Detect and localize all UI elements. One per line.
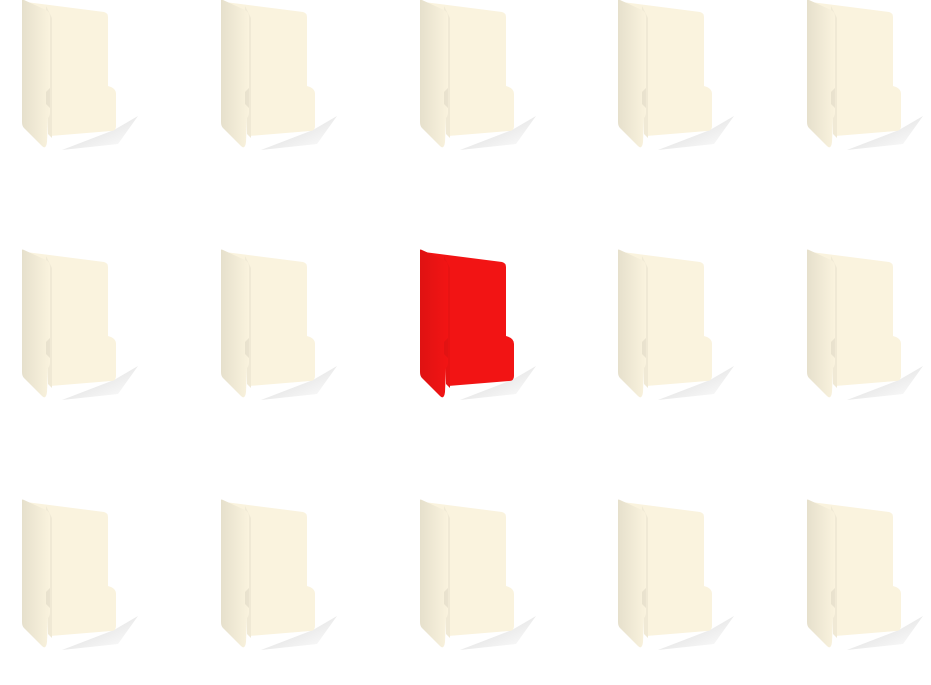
folder-icon bbox=[807, 0, 931, 160]
folder-item[interactable] bbox=[22, 0, 152, 160]
folder-icon bbox=[22, 0, 152, 160]
folder-item[interactable] bbox=[618, 499, 748, 660]
folder-icon bbox=[420, 0, 550, 160]
folder-item[interactable] bbox=[22, 499, 152, 660]
folder-item[interactable] bbox=[22, 249, 152, 410]
folder-icon bbox=[22, 249, 152, 410]
folder-item[interactable] bbox=[420, 0, 550, 160]
folder-icon bbox=[221, 0, 351, 160]
folder-icon bbox=[221, 249, 351, 410]
folder-icon bbox=[807, 499, 931, 660]
folder-item[interactable] bbox=[618, 0, 748, 160]
folder-icon bbox=[807, 249, 931, 410]
folder-icon bbox=[618, 499, 748, 660]
folder-item[interactable] bbox=[221, 0, 351, 160]
folder-icon bbox=[420, 249, 550, 410]
folder-grid bbox=[0, 0, 931, 685]
folder-item[interactable] bbox=[221, 249, 351, 410]
highlighted-folder-item[interactable] bbox=[420, 249, 550, 410]
folder-icon bbox=[618, 0, 748, 160]
folder-item[interactable] bbox=[807, 499, 931, 660]
folder-icon bbox=[221, 499, 351, 660]
folder-icon bbox=[420, 499, 550, 660]
folder-item[interactable] bbox=[807, 0, 931, 160]
folder-item[interactable] bbox=[807, 249, 931, 410]
folder-item[interactable] bbox=[618, 249, 748, 410]
folder-icon bbox=[22, 499, 152, 660]
folder-item[interactable] bbox=[420, 499, 550, 660]
folder-icon bbox=[618, 249, 748, 410]
folder-item[interactable] bbox=[221, 499, 351, 660]
